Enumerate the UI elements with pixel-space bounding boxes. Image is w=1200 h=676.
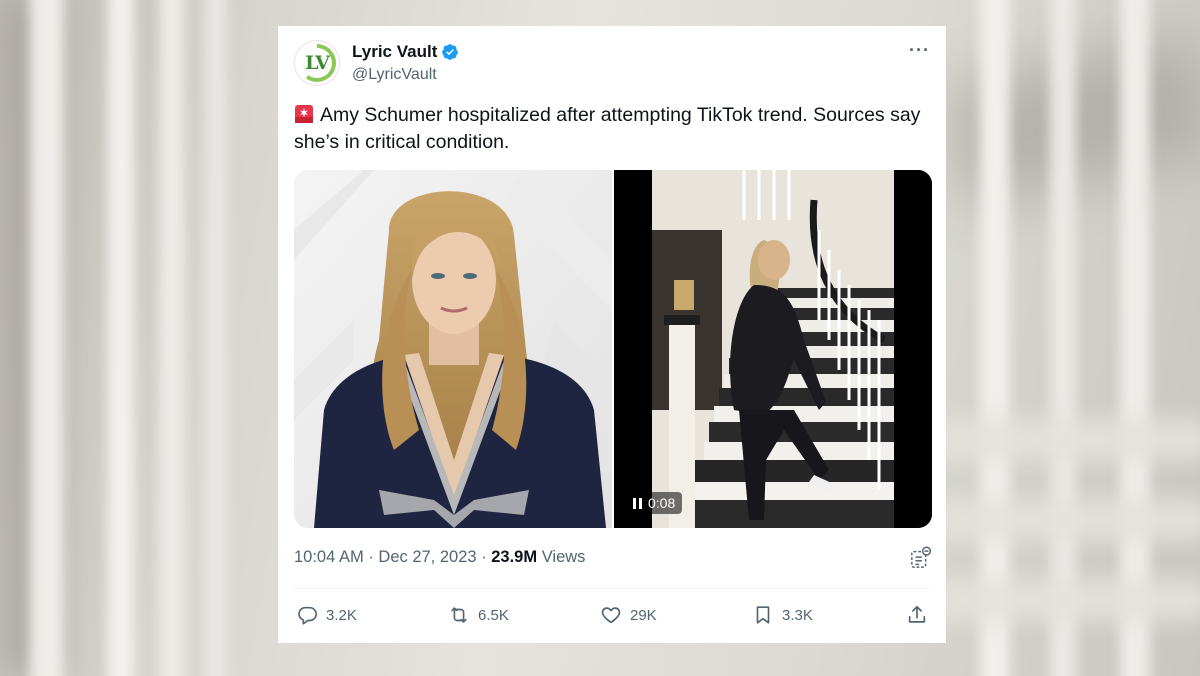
avatar-logo-text: LV [305, 52, 330, 74]
more-options-icon[interactable]: ··· [909, 40, 930, 61]
reply-count: 3.2K [326, 606, 357, 624]
separator-dot: · [481, 548, 487, 566]
account-handle[interactable]: @LyricVault [352, 66, 437, 84]
like-count: 29K [630, 606, 657, 624]
video-frame-image [614, 170, 932, 528]
views-count: 23.9M [491, 548, 538, 566]
tweet-date[interactable]: Dec 27, 2023 [378, 548, 476, 566]
portrait-photo-image [294, 170, 612, 528]
tweet-time[interactable]: 10:04 AM [294, 548, 364, 566]
share-button[interactable] [906, 604, 928, 626]
separator-dot: · [368, 548, 374, 566]
bookmark-button[interactable]: 3.3K [752, 604, 813, 626]
repost-button[interactable]: 6.5K [448, 604, 509, 626]
repost-count: 6.5K [478, 606, 509, 624]
video-controls[interactable]: 0:08 [626, 492, 683, 514]
verified-badge-icon [442, 44, 459, 60]
action-bar: 3.2K 6.5K 29K 3.3K [296, 604, 928, 630]
reply-button[interactable]: 3.2K [296, 604, 357, 626]
tweet-text-block: Amy Schumer hospitalized after attemptin… [294, 102, 924, 156]
bookmark-count: 3.3K [782, 606, 813, 624]
pause-icon[interactable] [633, 497, 642, 509]
video-player[interactable]: 0:08 [614, 170, 932, 528]
avatar[interactable]: LV [294, 40, 340, 86]
analytics-icon[interactable] [910, 546, 932, 570]
divider [294, 588, 930, 589]
like-button[interactable]: 29K [600, 604, 657, 626]
tweet-text: Amy Schumer hospitalized after attemptin… [294, 104, 921, 153]
repost-icon [451, 607, 467, 623]
rotating-light-icon [295, 105, 313, 123]
reply-icon [298, 606, 317, 625]
heart-icon [601, 607, 621, 624]
views-label: Views [541, 548, 586, 566]
tweet-card: LV Lyric Vault @LyricVault ··· Amy Schum… [278, 26, 946, 643]
portrait-photo[interactable] [294, 170, 612, 528]
tweet-metadata: 10:04 AM · Dec 27, 2023 · 23.9M Views [294, 548, 585, 567]
video-timestamp: 0:08 [648, 495, 676, 511]
media-grid: 0:08 [294, 170, 932, 528]
share-icon [908, 605, 926, 623]
account-name[interactable]: Lyric Vault [352, 42, 437, 62]
account-name-row: Lyric Vault [352, 42, 459, 62]
bookmark-icon [756, 606, 770, 624]
